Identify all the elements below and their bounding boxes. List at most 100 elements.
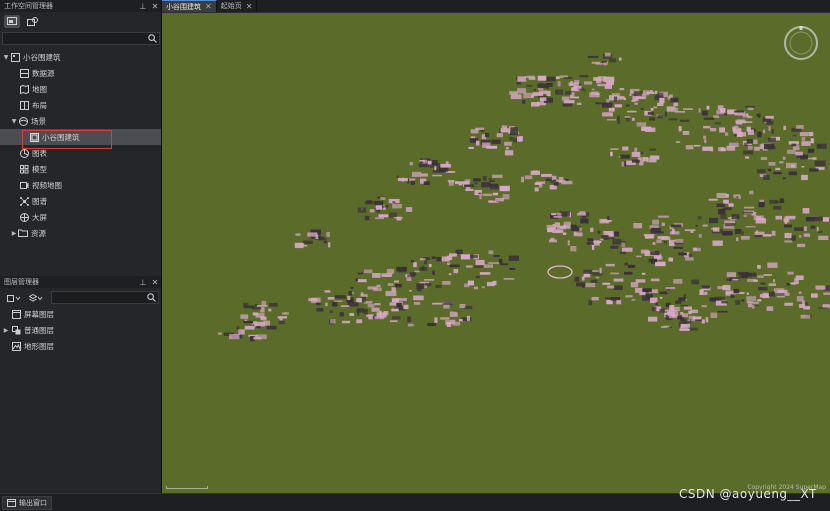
tree-item-datasource[interactable]: 数据源 (0, 65, 161, 81)
building-block (378, 310, 382, 316)
layer-item-label: 普通图层 (24, 325, 54, 335)
building-block (679, 119, 690, 122)
navigation-compass-icon[interactable] (781, 23, 821, 63)
building-block (798, 291, 802, 294)
scene-viewport[interactable]: Copyright 2024 SuperMap (162, 13, 830, 493)
building-block (422, 159, 428, 164)
building-block (244, 325, 255, 330)
tab-xiaoguwei-scene[interactable]: 小谷围建筑 ✕ (162, 0, 217, 12)
building-block (513, 138, 518, 143)
output-window-button[interactable]: 输出窗口 (2, 496, 52, 510)
building-block (331, 301, 338, 307)
building-block (706, 105, 710, 110)
building-block (650, 107, 654, 111)
building-block (640, 151, 644, 155)
search-icon[interactable] (147, 293, 156, 302)
building-block (435, 284, 442, 289)
building-block (633, 223, 643, 229)
building-block (784, 292, 790, 296)
building-block (759, 144, 764, 149)
building-block (763, 174, 770, 180)
layer-item-normal[interactable]: ▶ 普通图层 (0, 322, 161, 338)
building-block (589, 92, 600, 98)
building-block (563, 232, 567, 236)
building-block (474, 189, 482, 196)
close-tab-icon[interactable]: ✕ (246, 2, 253, 11)
layer-item-terrain[interactable]: 地形图层 (0, 338, 161, 354)
building-block (316, 302, 321, 306)
building-block (282, 312, 289, 315)
building-block (405, 207, 413, 212)
datasource-icon (19, 68, 29, 78)
building-block (757, 169, 766, 174)
building-block (629, 93, 632, 97)
tree-item-resources[interactable]: ▶ 资源 (0, 225, 161, 241)
tree-item-map[interactable]: 地图 (0, 81, 161, 97)
building-block (710, 128, 717, 132)
layer-stack-dropdown[interactable] (26, 292, 46, 305)
close-icon[interactable]: ✕ (149, 2, 161, 11)
building-block (445, 320, 452, 325)
layer-search-input[interactable] (52, 292, 158, 303)
building-block (679, 328, 690, 331)
building-block (374, 316, 385, 320)
expand-arrow-icon[interactable]: ▼ (10, 118, 18, 125)
building-block (728, 203, 734, 207)
tab-start-page[interactable]: 起始页 ✕ (217, 0, 258, 12)
building-block (492, 192, 499, 196)
city-buildings-render (217, 52, 830, 342)
building-block (673, 102, 679, 107)
building-block (757, 275, 764, 278)
building-block (756, 230, 759, 234)
layer-item-label: 屏幕图层 (24, 309, 54, 319)
search-icon[interactable] (148, 34, 157, 43)
building-block (570, 224, 577, 227)
building-block (510, 127, 518, 133)
workspace-resource-view-button[interactable] (24, 15, 40, 28)
pin-icon[interactable]: ⊥ (137, 2, 149, 11)
tree-item-workspace[interactable]: ▼ 小谷围建筑 (0, 49, 161, 65)
building-block (448, 273, 452, 276)
building-block (349, 313, 355, 316)
collapse-arrow-icon[interactable]: ▶ (2, 327, 10, 334)
building-block (384, 204, 389, 208)
building-block (665, 287, 676, 290)
building-block (521, 176, 524, 183)
building-block (666, 106, 676, 112)
tree-item-layout[interactable]: 布局 (0, 97, 161, 113)
building-block (738, 195, 741, 199)
workspace-tree-view-button[interactable] (4, 14, 20, 28)
tree-item-video-map[interactable]: 视频地图 (0, 177, 161, 193)
pin-icon[interactable]: ⊥ (137, 278, 149, 287)
building-block (697, 216, 702, 220)
building-block (759, 294, 770, 298)
map-icon (19, 84, 29, 94)
building-block (341, 320, 351, 324)
building-block (410, 180, 415, 185)
expand-arrow-icon[interactable]: ▼ (2, 54, 10, 61)
building-block (664, 111, 668, 117)
close-icon[interactable]: ✕ (149, 278, 161, 287)
building-block (699, 289, 704, 295)
tree-item-dashboard[interactable]: 大屏 (0, 209, 161, 225)
building-block (562, 103, 573, 107)
workspace-search-input[interactable] (3, 33, 159, 44)
tree-item-model[interactable]: 模型 (0, 161, 161, 177)
tree-item-graph[interactable]: 图谱 (0, 193, 161, 209)
building-block (690, 230, 694, 233)
building-block (339, 312, 344, 317)
layer-select-dropdown[interactable] (4, 292, 24, 305)
layer-item-screen[interactable]: 屏幕图层 (0, 306, 161, 322)
building-block (456, 181, 464, 183)
building-block (407, 323, 414, 327)
tree-item-scene[interactable]: ▼ 场景 (0, 113, 161, 129)
collapse-arrow-icon[interactable]: ▶ (10, 230, 18, 237)
building-block (591, 61, 601, 64)
building-block (604, 84, 612, 89)
close-tab-icon[interactable]: ✕ (205, 2, 212, 11)
building-block (522, 100, 526, 104)
building-block (725, 278, 733, 281)
layer-panel-title: 图层管理器 (4, 278, 39, 286)
building-block (374, 303, 381, 306)
building-block (633, 91, 642, 97)
